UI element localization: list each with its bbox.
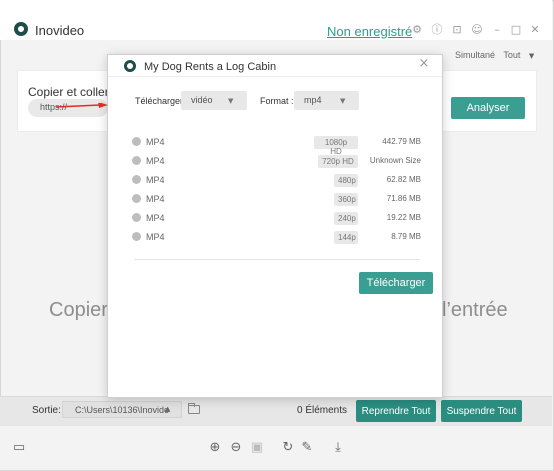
radio-button[interactable] — [132, 156, 141, 165]
caret-up-icon[interactable]: ▲ — [165, 405, 170, 413]
row-format: MP4 — [146, 194, 165, 204]
chevron-down-icon[interactable]: ▼ — [340, 97, 345, 105]
tab-tout[interactable]: Tout — [503, 50, 520, 60]
row-size: Unknown Size — [369, 156, 421, 165]
output-label: Sortie: — [32, 405, 61, 416]
top-right-tabs: Simultané Tout ▼ — [455, 50, 540, 60]
output-path-select[interactable]: C:\Users\10136\Inovide — [62, 401, 182, 418]
list-divider — [134, 259, 420, 260]
edit-icon[interactable]: ✎ — [299, 440, 315, 456]
row-size: 71.86 MB — [386, 194, 421, 203]
row-resolution: 144p — [334, 231, 358, 244]
radio-button[interactable] — [132, 232, 141, 241]
chevron-down-icon[interactable]: ▼ — [529, 52, 534, 60]
minimize-icon[interactable]: – — [491, 24, 503, 36]
hint-text-right: l’entrée — [442, 299, 508, 321]
format-select[interactable]: mp4 — [294, 91, 359, 110]
chevron-down-icon[interactable]: ▼ — [228, 97, 233, 105]
hint-text-left: Copier — [49, 299, 108, 321]
maximize-icon[interactable]: □ — [510, 24, 522, 36]
row-format: MP4 — [146, 137, 165, 147]
info-icon[interactable]: ⓘ — [431, 24, 443, 36]
pause-all-button[interactable]: Suspendre Tout — [441, 400, 522, 422]
feedback-icon[interactable]: ☺ — [471, 24, 483, 36]
row-format: MP4 — [146, 156, 165, 166]
row-size: 442.79 MB — [382, 137, 421, 146]
resume-all-button[interactable]: Reprendre Tout — [356, 400, 436, 422]
dialog-title: My Dog Rents a Log Cabin — [144, 61, 277, 73]
copy-paste-label: Copier et coller l — [28, 85, 115, 99]
download-button[interactable]: Télécharger — [359, 272, 433, 294]
footer-toolbar — [0, 426, 552, 470]
format-label: Format : — [260, 96, 294, 106]
dialog-logo — [124, 60, 136, 72]
row-size: 8.79 MB — [391, 232, 421, 241]
red-arrow-annotation — [56, 103, 108, 108]
radio-button[interactable] — [132, 194, 141, 203]
fit-icon[interactable]: ▣ — [249, 440, 265, 456]
row-resolution: 360p — [334, 193, 358, 206]
folder-icon[interactable] — [188, 403, 200, 414]
panel-icon[interactable]: ▭ — [11, 440, 27, 456]
row-format: MP4 — [146, 213, 165, 223]
close-icon[interactable]: ✕ — [529, 24, 541, 36]
row-resolution: 240p — [334, 212, 358, 225]
row-resolution: 720p HD — [318, 155, 358, 168]
zoom-in-icon[interactable]: ⊕ — [207, 440, 223, 456]
radio-button[interactable] — [132, 175, 141, 184]
radio-button[interactable] — [132, 137, 141, 146]
dialog-close-icon[interactable]: × — [418, 57, 430, 70]
download-type-select[interactable]: vidéo — [181, 91, 247, 110]
cart-icon[interactable]: ⊡ — [451, 24, 463, 36]
download-icon[interactable]: ⤓ — [330, 440, 346, 456]
row-format: MP4 — [146, 232, 165, 242]
analyse-button[interactable]: Analyser — [451, 97, 525, 119]
row-size: 62.82 MB — [386, 175, 421, 184]
refresh-icon[interactable]: ↻ — [280, 440, 296, 456]
register-link[interactable]: Non enregistré — [327, 24, 412, 39]
settings-icon[interactable]: ⚙ — [411, 24, 423, 36]
radio-button[interactable] — [132, 213, 141, 222]
row-size: 19.22 MB — [386, 213, 421, 222]
row-format: MP4 — [146, 175, 165, 185]
app-logo — [14, 22, 28, 36]
download-type-label: Télécharger — [135, 96, 184, 106]
tab-simultane[interactable]: Simultané — [455, 50, 495, 60]
app-title: Inovideo — [35, 23, 85, 38]
row-resolution: 480p — [334, 174, 358, 187]
row-resolution: 1080p HD — [314, 136, 358, 156]
items-count: 0 Éléments — [297, 405, 348, 416]
dialog-divider — [108, 76, 442, 77]
zoom-out-icon[interactable]: ⊖ — [228, 440, 244, 456]
